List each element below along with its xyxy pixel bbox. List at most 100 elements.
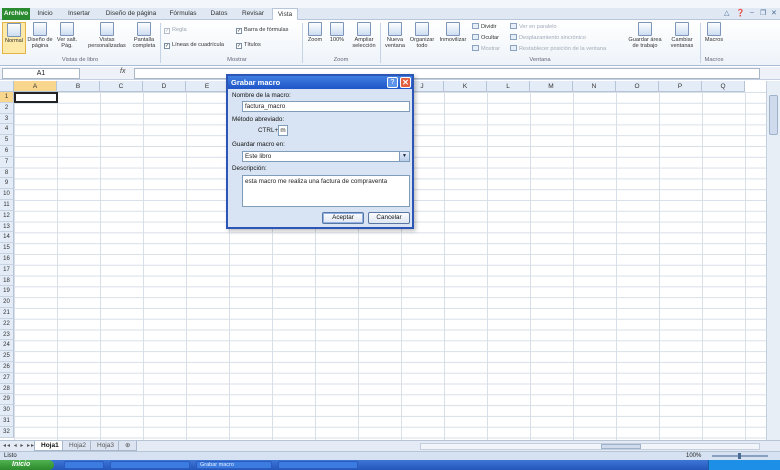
taskbar-item[interactable] xyxy=(278,461,358,469)
row-header[interactable]: 14 xyxy=(0,232,14,244)
vertical-scrollbar[interactable] xyxy=(766,81,780,440)
tab-archivo[interactable]: Archivo xyxy=(2,8,30,20)
row-header[interactable]: 3 xyxy=(0,113,14,125)
row-header[interactable]: 17 xyxy=(0,264,14,276)
ok-button[interactable]: Aceptar xyxy=(322,212,364,224)
row-header[interactable]: 7 xyxy=(0,156,14,168)
new-window-button[interactable]: Nueva ventana xyxy=(383,22,407,54)
close-icon[interactable]: ✕ xyxy=(400,77,411,88)
tab-diseno-pagina[interactable]: Diseño de página xyxy=(102,8,160,20)
row-header[interactable]: 2 xyxy=(0,102,14,114)
zoom-knob[interactable] xyxy=(738,453,741,459)
column-header[interactable]: B xyxy=(57,81,100,92)
row-header[interactable]: 15 xyxy=(0,243,14,254)
window-minimize-icon[interactable]: – xyxy=(750,9,754,16)
zoom-100-button[interactable]: 100% xyxy=(327,22,347,54)
tab-inicio[interactable]: Inicio xyxy=(34,8,56,20)
taskbar-item[interactable] xyxy=(64,461,104,469)
column-header[interactable]: A xyxy=(14,81,57,92)
row-header[interactable]: 12 xyxy=(0,210,14,222)
row-header[interactable]: 6 xyxy=(0,146,14,157)
sheet-nav-arrows-icon[interactable]: ◂◂ ◂ ▸ ▸▸ xyxy=(3,442,35,449)
row-header[interactable]: 5 xyxy=(0,135,14,146)
column-header[interactable]: N xyxy=(573,81,616,92)
row-header[interactable]: 21 xyxy=(0,308,14,319)
row-header[interactable]: 19 xyxy=(0,286,14,298)
zoom-level[interactable]: 100% xyxy=(686,452,701,460)
scroll-thumb[interactable] xyxy=(601,444,641,449)
switch-windows-button[interactable]: Cambiar ventanas xyxy=(666,22,698,54)
reset-window-position-button[interactable]: Restablecer posición de la ventana xyxy=(510,45,606,52)
window-close-icon[interactable]: ✕ xyxy=(771,9,777,17)
column-header[interactable]: P xyxy=(659,81,702,92)
row-header[interactable]: 30 xyxy=(0,405,14,416)
row-header[interactable]: 13 xyxy=(0,221,14,233)
row-header[interactable]: 9 xyxy=(0,178,14,190)
tab-insertar[interactable]: Insertar xyxy=(64,8,94,20)
scroll-thumb[interactable] xyxy=(769,95,778,135)
normal-view-button[interactable]: Normal xyxy=(2,22,26,54)
cancel-button[interactable]: Cancelar xyxy=(368,212,410,224)
help-icon[interactable]: ? xyxy=(387,77,398,88)
chevron-down-icon[interactable]: ▼ xyxy=(399,152,409,161)
row-header[interactable]: 23 xyxy=(0,329,14,341)
split-button[interactable]: Dividir xyxy=(472,23,497,30)
taskbar-item-grabar-macro[interactable]: Grabar macro xyxy=(196,461,272,469)
row-header[interactable]: 11 xyxy=(0,200,14,211)
column-header[interactable]: L xyxy=(487,81,530,92)
insert-function-icon[interactable]: fx xyxy=(120,68,125,75)
column-header[interactable]: Q xyxy=(702,81,745,92)
row-header[interactable]: 26 xyxy=(0,362,14,373)
select-all-corner[interactable] xyxy=(0,81,14,92)
help-icon[interactable]: ❓ xyxy=(736,9,745,17)
tab-datos[interactable]: Datos xyxy=(206,8,232,20)
sheet-tab-hoja1[interactable]: Hoja1 xyxy=(34,441,66,451)
page-layout-button[interactable]: Diseño de página xyxy=(27,22,53,54)
shortcut-key-input[interactable]: m xyxy=(278,125,288,136)
row-header[interactable]: 1 xyxy=(0,92,14,103)
description-textarea[interactable]: esta macro me realiza una factura de com… xyxy=(242,175,410,207)
ribbon-minimize-icon[interactable]: △ xyxy=(724,9,729,17)
sheet-tab-hoja2[interactable]: Hoja2 xyxy=(62,441,93,451)
row-header[interactable]: 8 xyxy=(0,167,14,179)
column-header[interactable]: E xyxy=(186,81,229,92)
name-box[interactable]: A1 xyxy=(2,68,80,79)
row-header[interactable]: 25 xyxy=(0,351,14,362)
regla-checkbox[interactable]: ✓ Regla xyxy=(164,27,187,34)
window-restore-icon[interactable]: ❐ xyxy=(760,9,766,17)
row-header[interactable]: 31 xyxy=(0,416,14,427)
row-header[interactable]: 18 xyxy=(0,275,14,287)
unhide-button[interactable]: Mostrar xyxy=(472,45,500,52)
view-side-by-side-button[interactable]: Ver en paralelo xyxy=(510,23,557,30)
row-header[interactable]: 4 xyxy=(0,124,14,136)
row-header[interactable]: 29 xyxy=(0,394,14,406)
store-macro-select[interactable]: Este libro ▼ xyxy=(242,151,410,162)
taskbar-item[interactable] xyxy=(110,461,190,469)
column-header[interactable]: M xyxy=(530,81,573,92)
zoom-selection-button[interactable]: Ampliar selección xyxy=(349,22,379,54)
insert-sheet-icon[interactable]: ⊕ xyxy=(118,441,138,451)
row-header[interactable]: 32 xyxy=(0,426,14,438)
row-header[interactable]: 16 xyxy=(0,254,14,265)
zoom-button[interactable]: Zoom xyxy=(305,22,325,54)
column-header[interactable]: O xyxy=(616,81,659,92)
tab-formulas[interactable]: Fórmulas xyxy=(166,8,200,20)
arrange-all-button[interactable]: Organizar todo xyxy=(408,22,436,54)
full-screen-button[interactable]: Pantalla completa xyxy=(129,22,159,54)
save-workspace-button[interactable]: Guardar área de trabajo xyxy=(625,22,665,54)
sync-scroll-button[interactable]: Desplazamiento sincrónico xyxy=(510,34,586,41)
tab-revisar[interactable]: Revisar xyxy=(238,8,268,20)
sheet-tab-hoja3[interactable]: Hoja3 xyxy=(90,441,121,451)
macros-button[interactable]: Macros xyxy=(702,22,726,54)
column-header[interactable]: K xyxy=(444,81,487,92)
macro-name-input[interactable]: factura_macro xyxy=(242,101,410,112)
active-cell[interactable] xyxy=(14,92,58,103)
zoom-slider[interactable] xyxy=(712,453,768,459)
row-header[interactable]: 28 xyxy=(0,383,14,395)
hide-button[interactable]: Ocultar xyxy=(472,34,499,41)
column-header[interactable]: D xyxy=(143,81,186,92)
titulos-checkbox[interactable]: ✓ Títulos xyxy=(236,42,261,49)
row-header[interactable]: 20 xyxy=(0,297,14,308)
barra-formulas-checkbox[interactable]: ✓ Barra de fórmulas xyxy=(236,27,288,34)
freeze-panes-button[interactable]: Inmovilizar xyxy=(437,22,469,54)
